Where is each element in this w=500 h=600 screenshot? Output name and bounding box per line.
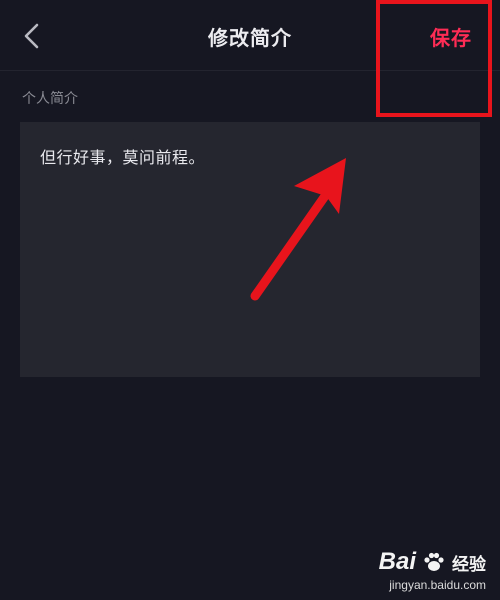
watermark-brand: Bai	[378, 548, 416, 575]
header-divider	[0, 70, 500, 71]
save-button[interactable]: 保存	[430, 22, 472, 51]
bio-field-label: 个人简介	[22, 91, 78, 107]
baidu-jingyan-watermark: Bai 经验 jingyan.baidu.com	[379, 548, 486, 592]
watermark-suffix: 经验	[452, 554, 486, 575]
watermark-url: jingyan.baidu.com	[389, 578, 486, 592]
bio-text-value: 但行好事，莫问前程。	[40, 148, 206, 167]
header-bar: 修改简介 保存	[0, 0, 500, 70]
paw-icon	[424, 552, 444, 571]
page-title: 修改简介	[208, 26, 292, 50]
bio-textarea[interactable]: 但行好事，莫问前程。	[20, 122, 480, 377]
